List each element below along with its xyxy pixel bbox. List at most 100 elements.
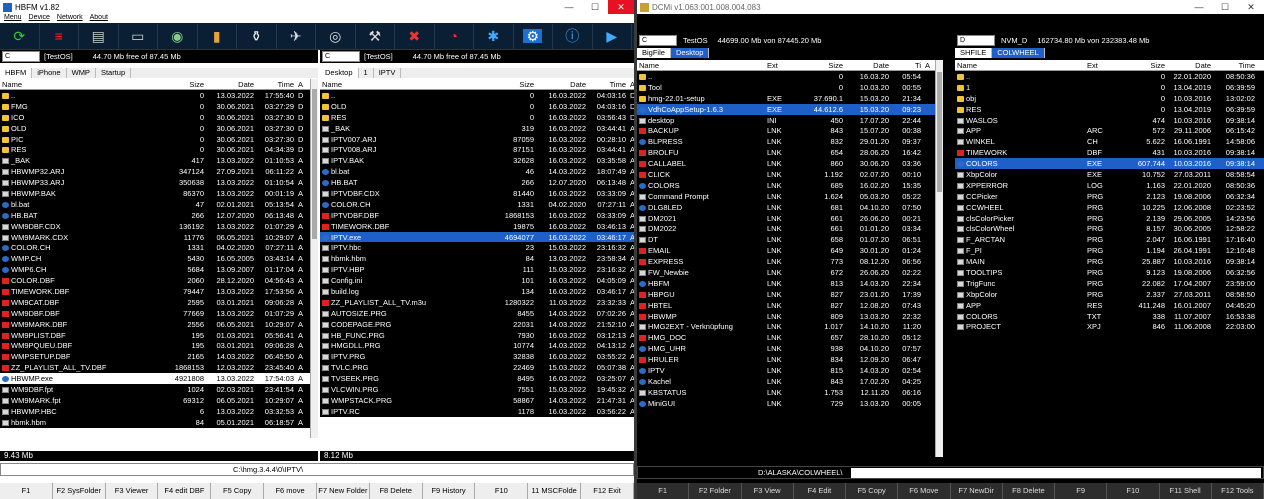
file-row[interactable]: WM9MARK.CDX 11776 06.05.2021 10:29:07 A [0,231,310,243]
file-row[interactable]: .. 0 16.03.2022 04:03:16 D [320,90,634,101]
maximize-button[interactable]: ☐ [1212,0,1238,14]
column-date[interactable]: Date [206,80,256,89]
fkey-4[interactable]: F4 Edit [794,483,846,499]
file-row[interactable]: COLOR.CH 1331 04.02.2020 07:27:11 A [320,198,634,210]
fkey-11[interactable]: F11 Shell [1160,483,1212,499]
fkey-3[interactable]: F3 View [742,483,794,499]
file-row[interactable]: IPTVDBF.CDX 81440 16.03.2022 03:33:09 A [320,188,634,199]
right-drive-select[interactable]: C [322,51,360,62]
file-row[interactable]: IPTV.hbc 23 15.03.2022 23:16:32 A [320,242,634,254]
fkey-7[interactable]: F7 NewDir [951,483,1003,499]
file-row[interactable]: HMG_UHR LNK 938 04.10.20 07:57 [637,343,935,355]
file-row[interactable]: COLORS TXT 338 11.07.2007 16:53:38 [955,310,1264,322]
fkey-8[interactable]: F8 Delete [1003,483,1055,499]
file-row[interactable]: HBFM LNK 813 14.03.20 22:34 [637,277,935,289]
file-row[interactable]: build.log 134 16.03.2022 03:46:17 A [320,286,634,297]
file-row[interactable]: Config.ini 101 16.03.2022 04:05:09 A [320,275,634,287]
file-row[interactable]: HMG2EXT - Verknüpfung LNK 1.017 14.10.20 11:… [637,321,935,333]
file-row[interactable]: FW_Newbie LNK 672 26.06.20 02:22 [637,267,935,278]
file-row[interactable]: VLCWIN.PRG 7551 15.03.2022 19:45:32 A [320,384,634,395]
column-ext[interactable]: Ext [765,61,805,70]
menu-device[interactable]: Device [29,14,50,23]
tab-desktop[interactable]: Desktop [320,68,359,78]
file-row[interactable]: DM2021 LNK 661 26.06.20 00:21 [637,212,935,224]
fkey-5[interactable]: F5 Copy [211,483,265,499]
file-row[interactable]: MiniGUI LNK 729 13.03.20 00:05 [637,397,935,409]
file-row[interactable]: IPTV008.ARJ 87151 16.03.2022 03:44:41 A [320,144,634,156]
file-row[interactable]: RES 0 13.04.2019 06:39:59 [955,103,1264,115]
file-row[interactable]: ICO 0 30.06.2021 03:27:30 D [0,111,310,123]
column-date[interactable]: Date [1167,61,1213,70]
file-row[interactable]: OLD 0 30.06.2021 03:27:30 D [0,122,310,134]
file-row[interactable]: WM9MARK.fpt 69312 06.05.2021 10:29:07 A [0,394,310,406]
file-row[interactable]: APP RES 411.248 16.01.2007 04:45:20 [955,299,1264,311]
file-row[interactable]: HBWMP.HBC 6 13.03.2022 03:32:53 A [0,405,310,417]
dcmi-command-line[interactable]: D:\ALASKA\COLWHEEL\ [637,466,1264,479]
tab-bigfile[interactable]: BigFile [637,48,671,58]
tab-desktop[interactable]: Desktop [670,48,710,58]
file-row[interactable]: .. 0 16.03.20 05:54 [637,71,935,82]
file-row[interactable]: WM9CAT.DBF 2595 03.01.2021 09:06:28 A [0,296,310,308]
file-row[interactable]: WMPSTACK.PRG 58867 14.03.2022 21:47:31 A [320,394,634,406]
tab-shfile[interactable]: SHFILE [955,48,993,58]
fkey-12[interactable]: F12 Tools [1212,483,1264,499]
file-row[interactable]: RES 0 16.03.2022 03:56:43 D [320,111,634,123]
command-line[interactable]: C:\hmg.3.4.4\0\IPTV\ [0,463,634,476]
close-button[interactable]: ✕ [1238,0,1264,14]
column-time[interactable]: Time [256,80,296,89]
tab-iphone[interactable]: iPhone [32,68,67,78]
dcmi-command-input[interactable] [850,468,1261,479]
file-row[interactable]: hbmk.hbm 84 13.03.2022 23:58:34 A [320,253,634,265]
fkey-2[interactable]: F2 SysFolder [53,483,106,499]
file-row[interactable]: hbmk.hbm 84 05.01.2021 06:18:57 A [0,416,310,428]
file-row[interactable]: PROJECT XPJ 846 11.06.2008 22:03:00 [955,321,1264,333]
file-row[interactable]: HBPGU LNK 827 23.01.20 17:39 [637,288,935,300]
dcmi-left-scrollbar[interactable] [935,60,943,457]
minimize-button[interactable]: — [1186,0,1212,14]
column-time[interactable]: Time [1213,61,1257,70]
file-row[interactable]: AUTOSIZE.PRG 8455 14.03.2022 07:02:26 A [320,307,634,319]
fkey-2[interactable]: F2 Folder [689,483,742,499]
fkey-6[interactable]: F6 move [264,483,317,499]
dcmi-left-drive-select[interactable]: C [639,35,677,46]
refresh-button[interactable]: ⟳ [0,23,40,49]
file-row[interactable]: CODEPAGE.PRG 22031 14.03.2022 21:52:10 A [320,318,634,330]
column-size[interactable]: Size [150,80,206,89]
file-row[interactable]: .. 0 13.03.2022 17:55:40 D [0,90,310,101]
column-time[interactable]: Time [588,80,628,89]
menu-about[interactable]: About [90,14,108,23]
file-row[interactable]: clsColorWheel PRG 8.157 30.06.2005 12:58:22 [955,223,1264,235]
file-row[interactable]: desktop INI 450 17.07.20 22:44 [637,114,935,126]
file-row[interactable]: HMG_DOC LNK 657 28.10.20 05:12 [637,332,935,344]
column-size[interactable]: Size [1125,61,1167,70]
file-row[interactable]: XPPERROR LOG 1.163 22.01.2020 08:50:36 [955,179,1264,191]
file-row[interactable]: _BAK 417 13.03.2022 01:10:53 A [0,155,310,167]
file-row[interactable]: IPTV.HBP 111 15.03.2022 23:16:32 A [320,264,634,276]
fkey-8[interactable]: F8 Delete [370,483,423,499]
file-row[interactable]: WASLOS 474 10.03.2016 09:38:14 [955,114,1264,126]
file-row[interactable]: WM9DBF.DBF 77669 13.03.2022 01:07:29 A [0,307,310,319]
menu-network[interactable]: Network [57,14,83,23]
file-row[interactable]: TIMEWORK.DBF 79447 13.03.2022 17:53:56 A [0,286,310,297]
file-row[interactable]: WMP6.CH 5684 13.09.2007 01:17:04 A [0,264,310,276]
stack-button[interactable]: ≡ [40,23,79,49]
column-size[interactable]: Size [805,61,845,70]
file-row[interactable]: WMPSETUP.DBF 2165 14.03.2022 06:45:50 A [0,351,310,363]
file-row[interactable]: KBSTATUS LNK 1.753 12.11.20 06:16 [637,386,935,398]
hdd-button[interactable]: ▭ [119,23,158,49]
file-row[interactable]: HBWMP.BAK 86370 13.03.2022 00:01:19 A [0,188,310,199]
file-row[interactable]: OLD 0 16.03.2022 04:03:16 D [320,100,634,112]
photos-button[interactable]: ✱ [474,23,514,49]
tab-wmp[interactable]: WMP [66,68,96,78]
column-date[interactable]: Date [845,61,891,70]
file-row[interactable]: FMG 0 30.06.2021 03:27:29 D [0,100,310,112]
file-row[interactable]: EXPRESS LNK 773 08.12.20 06:56 [637,256,935,268]
file-row[interactable]: TVLC.PRG 22469 15.03.2022 05:07:38 A [320,362,634,374]
fkey-1[interactable]: F1 [0,483,53,499]
file-row[interactable]: WM9PLIST.DBF 195 01.03.2021 05:56:41 A [0,329,310,341]
file-row[interactable]: RES 0 30.06.2021 04:34:39 D [0,144,310,156]
file-row[interactable]: HBWMP33.ARJ 350638 13.03.2022 01:10:54 A [0,177,310,189]
file-row[interactable]: VdhCoAppSetup-1.6.3 EXE 44.612.6 15.03.20 09… [637,103,935,115]
file-row[interactable]: IPTV.BAK 32628 16.03.2022 03:35:58 A [320,155,634,167]
file-row[interactable]: ZZ_PLAYLIST_ALL_TV.DBF 1868153 12.03.2022 2… [0,362,310,374]
